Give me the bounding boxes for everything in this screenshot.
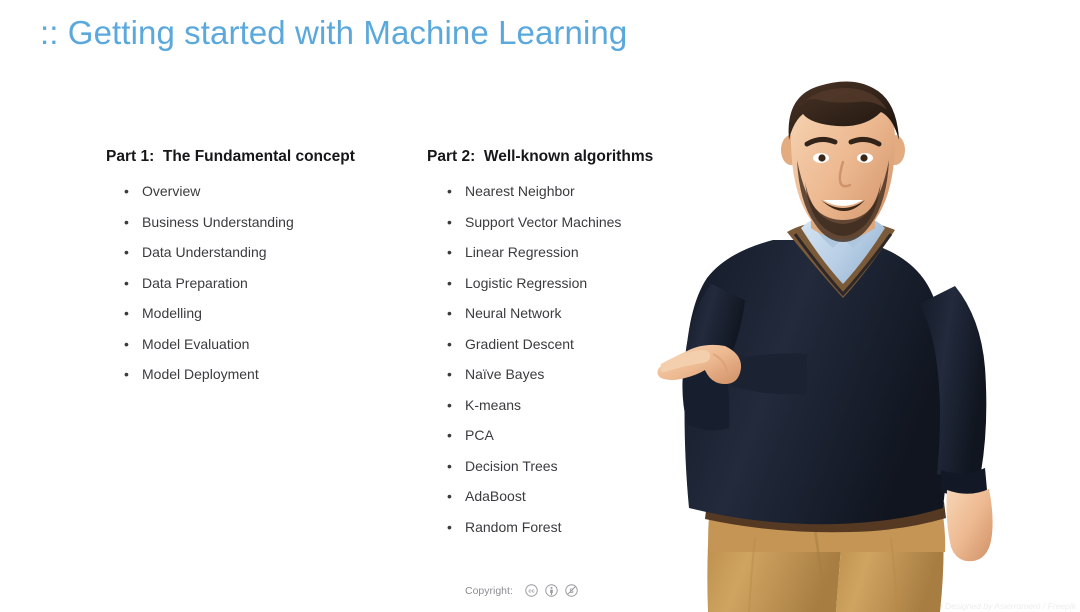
list-item[interactable]: • Overview xyxy=(106,183,406,214)
list-item-label: Data Understanding xyxy=(142,244,267,260)
list-item[interactable]: • Data Preparation xyxy=(106,275,406,306)
list-item-label: PCA xyxy=(465,427,494,443)
list-item[interactable]: • AdaBoost xyxy=(427,488,687,519)
photo-pointing-man xyxy=(655,78,1080,612)
column-part-1: Part 1: The Fundamental concept • Overvi… xyxy=(106,148,406,397)
list-item-label: Linear Regression xyxy=(465,244,579,260)
bullet-icon: • xyxy=(124,335,129,352)
list-item-label: Overview xyxy=(142,183,201,199)
list-item[interactable]: • PCA xyxy=(427,427,687,458)
bullet-icon: • xyxy=(447,335,452,352)
bullet-icon: • xyxy=(124,244,129,260)
list-item-label: Nearest Neighbor xyxy=(465,183,575,199)
list-item-label: Decision Trees xyxy=(465,457,558,474)
bullet-icon: • xyxy=(124,366,129,382)
list-item-label: Random Forest xyxy=(465,518,562,535)
list-item[interactable]: • Neural Network xyxy=(427,305,687,336)
list-item-label: K-means xyxy=(465,396,522,413)
list-part-2: • Nearest Neighbor • Support Vector Mach… xyxy=(427,183,687,549)
bullet-icon: • xyxy=(447,274,452,291)
column-header-part-1: Part 1: The Fundamental concept xyxy=(106,148,355,165)
bullet-icon: • xyxy=(447,183,452,199)
photo-head xyxy=(781,81,905,242)
list-item-label: Modelling xyxy=(142,305,202,321)
cc-nc-icon[interactable]: S xyxy=(565,584,578,597)
bullet-icon: • xyxy=(447,244,452,260)
list-item[interactable]: • Model Evaluation xyxy=(106,336,406,367)
list-item-label: Model Deployment xyxy=(142,366,259,382)
list-item[interactable]: • Support Vector Machines xyxy=(427,214,687,245)
list-item[interactable]: • Gradient Descent xyxy=(427,336,687,367)
bullet-icon: • xyxy=(124,213,129,230)
list-item[interactable]: • K-means xyxy=(427,397,687,428)
bullet-icon: • xyxy=(447,457,452,474)
list-item-label: AdaBoost xyxy=(465,488,526,504)
bullet-icon: • xyxy=(447,427,452,443)
list-item[interactable]: • Logistic Regression xyxy=(427,275,687,306)
list-item-label: Naïve Bayes xyxy=(465,366,545,382)
list-part-1: • Overview • Business Understanding • Da… xyxy=(106,183,406,397)
list-item-label: Gradient Descent xyxy=(465,335,574,352)
list-item[interactable]: • Naïve Bayes xyxy=(427,366,687,397)
list-item-label: Logistic Regression xyxy=(465,274,588,291)
list-item-label: Support Vector Machines xyxy=(465,213,622,230)
list-item[interactable]: • Model Deployment xyxy=(106,366,406,397)
list-item[interactable]: • Decision Trees xyxy=(427,458,687,489)
creative-commons-icon[interactable]: cc xyxy=(525,584,538,597)
page-title: :: Getting started with Machine Learning xyxy=(40,14,628,51)
list-item[interactable]: • Business Understanding xyxy=(106,214,406,245)
list-item[interactable]: • Linear Regression xyxy=(427,244,687,275)
list-item[interactable]: • Modelling xyxy=(106,305,406,336)
photo-right-hand xyxy=(946,489,993,562)
bullet-icon: • xyxy=(447,366,452,382)
list-item-label: Data Preparation xyxy=(142,274,248,291)
bullet-icon: • xyxy=(124,274,129,291)
bullet-icon: • xyxy=(447,305,452,321)
bullet-icon: • xyxy=(447,488,452,504)
list-item[interactable]: • Random Forest xyxy=(427,519,687,550)
bullet-icon: • xyxy=(447,518,452,535)
list-item[interactable]: • Data Understanding xyxy=(106,244,406,275)
list-item-label: Neural Network xyxy=(465,305,562,321)
copyright-row: Copyright: cc S xyxy=(465,584,578,597)
list-item-label: Business Understanding xyxy=(142,213,294,230)
copyright-label: Copyright: xyxy=(465,584,513,597)
bullet-icon: • xyxy=(124,183,129,199)
bullet-icon: • xyxy=(124,305,129,321)
list-item[interactable]: • Nearest Neighbor xyxy=(427,183,687,214)
list-item-label: Model Evaluation xyxy=(142,335,250,352)
bullet-icon: • xyxy=(447,396,452,413)
column-header-part-2: Part 2: Well-known algorithms xyxy=(427,148,654,165)
column-part-2: Part 2: Well-known algorithms • Nearest … xyxy=(427,148,687,549)
bullet-icon: • xyxy=(447,213,452,230)
cc-by-icon[interactable] xyxy=(545,584,558,597)
svg-text:cc: cc xyxy=(528,589,534,595)
slide-canvas: :: Getting started with Machine Learning… xyxy=(0,0,1080,612)
